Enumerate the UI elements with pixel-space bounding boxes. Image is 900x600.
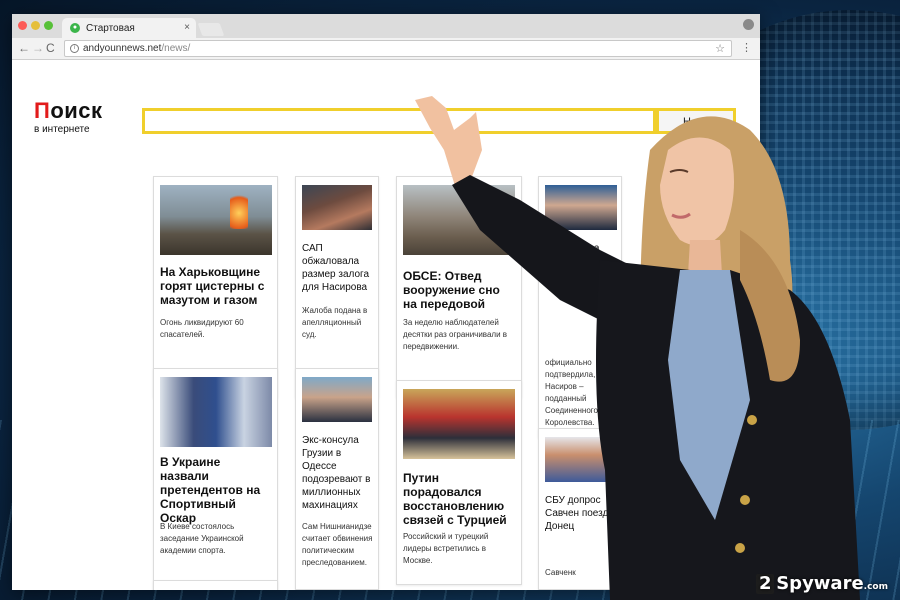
browser-toolbar: ← → C i andyounnews.net/news/ ☆ ⋮ [12,38,760,60]
url-path: /news/ [161,43,191,54]
news-image [160,185,272,255]
news-image [302,185,372,230]
window-minimize-button[interactable] [31,21,40,30]
news-card[interactable]: У Насирова проверяют официально подтверд… [538,176,622,438]
news-card[interactable]: СБУ допрос Савчен поезд Донец Савченк [538,428,622,590]
news-image [545,185,617,230]
news-title[interactable]: Путин порадовался восстановлению связей … [403,471,517,527]
watermark-brand: Spyware [776,573,864,594]
address-bar[interactable]: i andyounnews.net/news/ ☆ [64,40,732,57]
news-summary: Сам Нишнианидзе считает обвинения полити… [302,522,373,567]
profile-icon[interactable] [743,19,754,30]
site-logo[interactable]: Поиск в интернете [34,100,103,136]
browser-tab[interactable]: ● Стартовая × [62,18,196,38]
reload-button[interactable]: C [46,41,55,55]
tab-bar: ● Стартовая × [12,14,760,38]
site-info-icon[interactable]: i [70,44,79,53]
news-summary: Жалоба подана в апелляционный суд. [302,306,368,339]
news-summary: Огонь ликвидируют 60 спасателей. [160,318,244,339]
news-summary: В Киеве состоялось заседание Украинской … [160,522,244,555]
news-summary: За неделю наблюдателей десятки раз огран… [403,318,508,351]
news-summary: Савченк [545,568,576,577]
news-image [160,377,272,447]
page-content: Поиск в интернете Н На Харьковщине горят… [12,60,760,590]
news-summary: Российский и турецкий лидеры встретились… [403,532,489,565]
news-image [545,437,617,482]
news-image [302,377,372,422]
search-input[interactable] [142,108,656,134]
bookmark-star-icon[interactable]: ☆ [715,42,725,55]
news-title[interactable]: Экс-консула Грузии в Одессе подозревают … [302,434,376,512]
logo-subtitle: в интернете [34,124,90,135]
news-title[interactable]: На Харьковщине горят цистерны с мазутом … [160,265,272,307]
window-zoom-button[interactable] [44,21,53,30]
window-close-button[interactable] [18,21,27,30]
news-card[interactable]: Экс-консула Грузии в Одессе подозревают … [295,368,379,590]
news-title[interactable]: СБУ допрос Савчен поезд Донец [545,494,617,533]
new-tab-button[interactable] [197,23,225,36]
browser-window: ● Стартовая × ← → C i andyounnews.net/ne… [12,14,760,590]
news-card[interactable]: Путин порадовался восстановлению связей … [396,380,522,585]
back-button[interactable]: ← [18,41,30,55]
news-title[interactable]: САП обжаловала размер залога для Насиров… [302,242,376,294]
logo-title-rest: оиск [50,98,103,123]
news-card[interactable]: САП обжаловала размер залога для Насиров… [295,176,379,398]
watermark-logo: 2 Spyware.com [756,573,888,594]
news-card[interactable]: ОБСЕ: Отвед вооружение сно на передовой … [396,176,522,398]
browser-menu-icon[interactable]: ⋮ [741,41,752,54]
news-card[interactable]: В Украине назвали претендентов на Спорти… [153,368,278,590]
url-host: andyounnews.net [83,43,162,54]
news-image [403,389,515,459]
news-image [403,185,515,255]
news-card[interactable]: На Харьковщине горят цистерны с мазутом … [153,176,278,398]
news-title[interactable]: У Насирова проверяют [545,242,617,268]
tab-title: Стартовая [86,23,135,34]
forward-button[interactable]: → [32,41,44,55]
watermark-digit: 2 [756,574,775,594]
news-card-partial[interactable] [153,580,278,590]
logo-first-letter: П [34,98,51,123]
tab-close-icon[interactable]: × [184,22,190,33]
news-summary: официально подтвердила, что Насиров – по… [545,358,610,427]
tab-favicon-icon: ● [70,23,80,33]
news-title[interactable]: ОБСЕ: Отвед вооружение сно на передовой [403,269,517,311]
logo-title: Поиск [34,100,103,122]
watermark-tld: .com [863,582,888,592]
search-button[interactable]: Н [656,108,736,134]
news-title[interactable]: В Украине назвали претендентов на Спорти… [160,455,272,525]
